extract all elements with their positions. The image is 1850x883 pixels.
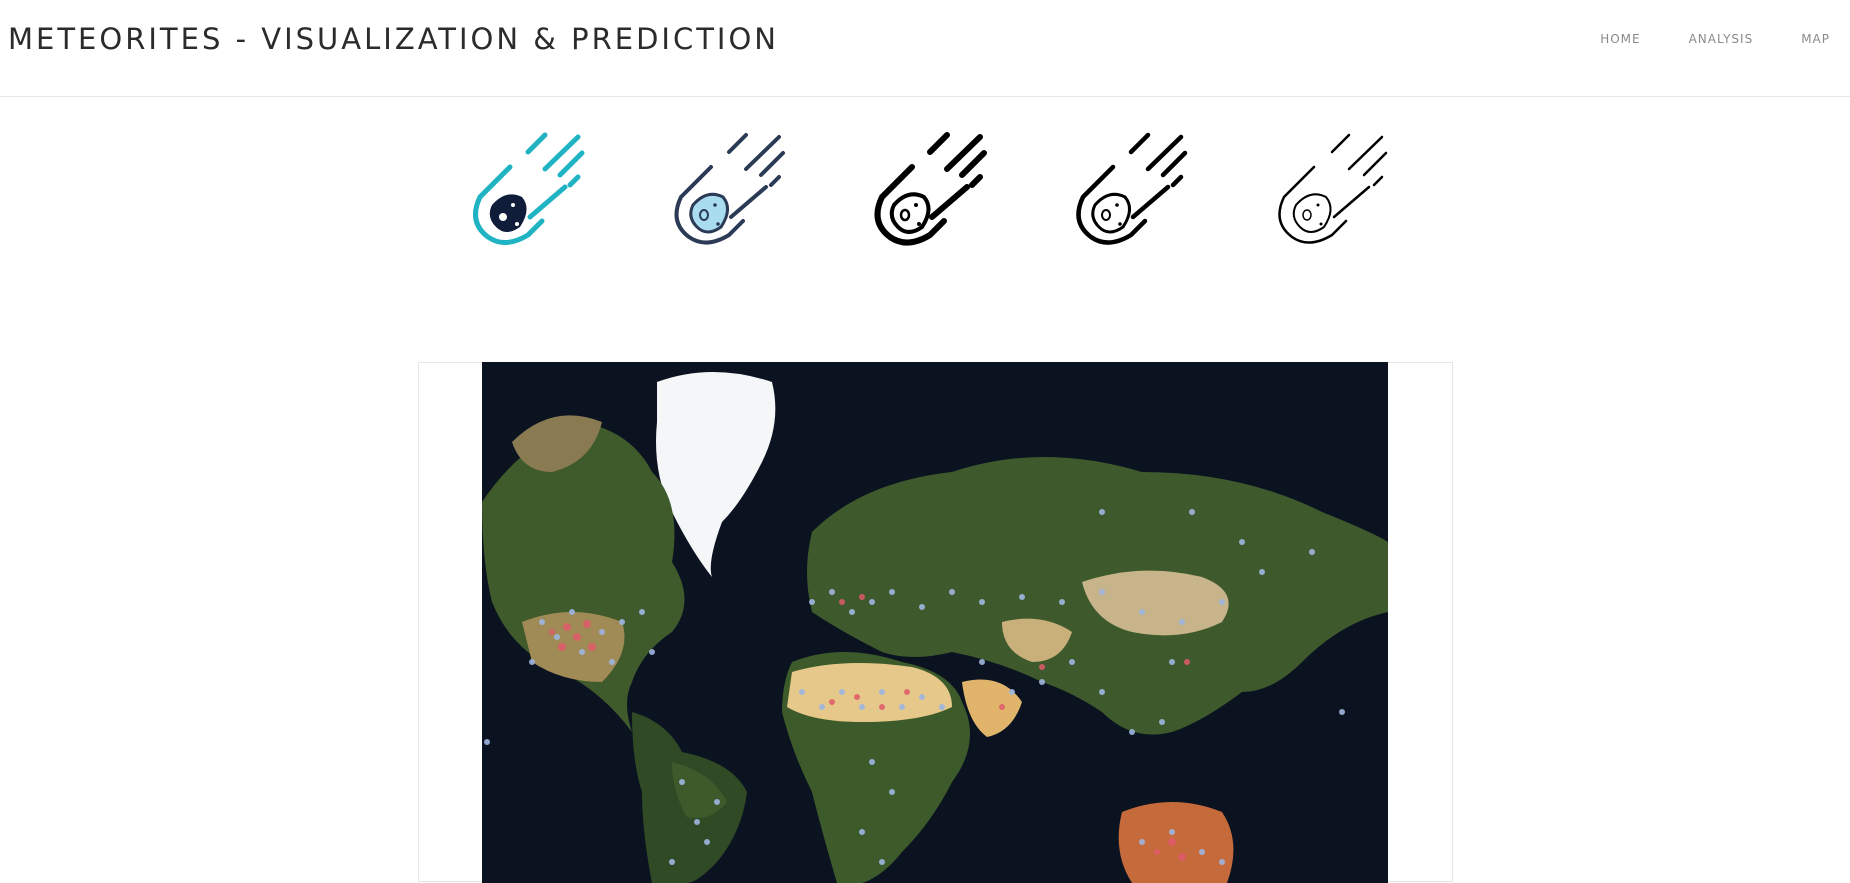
meteor-icon-black-bold <box>872 127 1002 257</box>
nav-home-link[interactable]: HOME <box>1600 32 1640 46</box>
nav-analysis-link[interactable]: ANALYSIS <box>1689 32 1754 46</box>
meteorite-world-map[interactable] <box>482 362 1388 883</box>
site-title: METEORITES - VISUALIZATION & PREDICTION <box>8 22 780 56</box>
meteor-icon-black-medium <box>1073 127 1203 257</box>
world-map-image <box>482 362 1388 883</box>
meteor-icon-navy <box>671 127 801 257</box>
meteor-icon-row <box>0 97 1850 257</box>
site-header: METEORITES - VISUALIZATION & PREDICTION … <box>0 0 1850 97</box>
map-card <box>418 362 1453 883</box>
top-nav: HOME ANALYSIS MAP <box>1552 32 1830 46</box>
meteor-icon-black-thin <box>1274 127 1404 257</box>
meteor-icon-teal <box>470 127 600 257</box>
nav-map-link[interactable]: MAP <box>1801 32 1830 46</box>
